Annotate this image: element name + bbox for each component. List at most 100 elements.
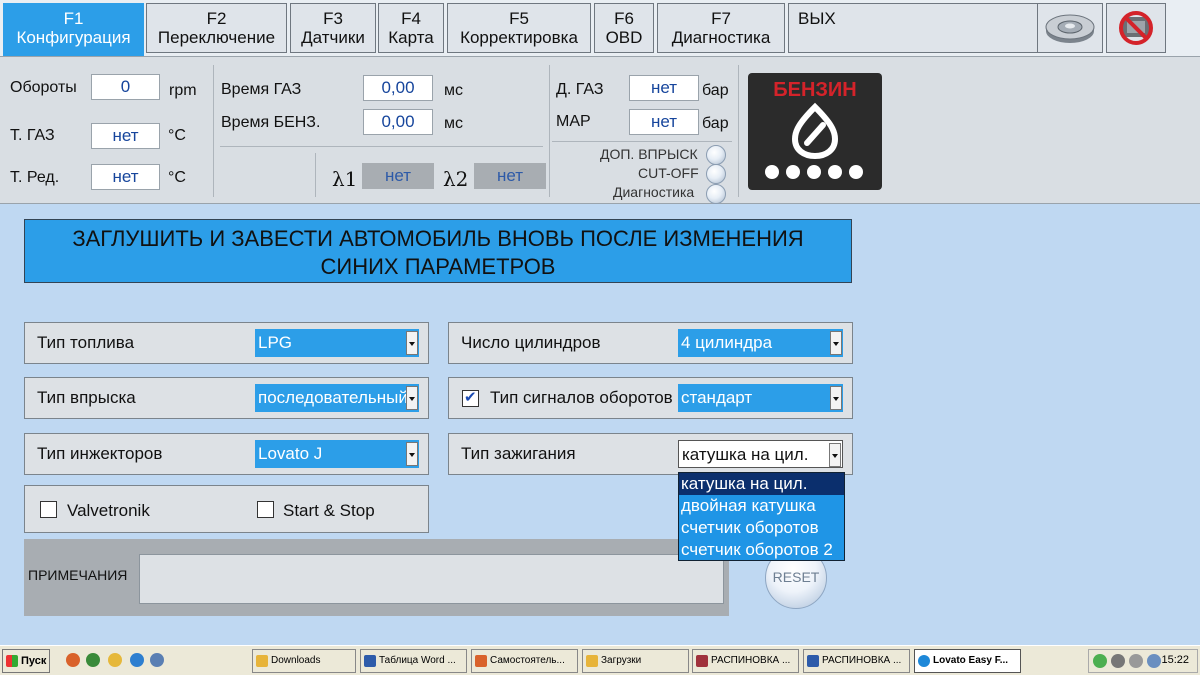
start-button[interactable]: Пуск [2,649,50,673]
desktop-icon[interactable] [150,653,164,667]
injection-type-select[interactable]: последовательный [255,384,419,412]
dropdown-option[interactable]: катушка на цил. [679,473,844,495]
ignition-type-select[interactable]: катушка на цил. [678,440,843,468]
notes-panel: ПРИМЕЧАНИЯ [24,539,729,616]
restart-warning-banner: ЗАГЛУШИТЬ И ЗАВЕСТИ АВТОМОБИЛЬ ВНОВЬ ПОС… [24,219,852,283]
taskbar-item[interactable]: Самостоятель... [471,649,578,673]
taskbar-item-active[interactable]: Lovato Easy F... [914,649,1021,673]
ignition-type-dropdown: катушка на цил. двойная катушка счетчик … [678,472,845,561]
fuel-type-select[interactable]: LPG [255,329,419,357]
tab-sensors[interactable]: F3 Датчики [290,3,376,53]
injection-type-value: последовательный [258,388,408,407]
connection-icon [1045,14,1095,43]
taskbar-item[interactable]: Таблица Word ... [360,649,467,673]
chevron-down-icon[interactable] [406,442,418,466]
rpm-label: Обороты [10,79,77,96]
start-stop-checkbox[interactable] [257,501,274,518]
tab-map[interactable]: F4 Карта [378,3,444,53]
no-connection-button[interactable] [1106,3,1166,53]
gas-pressure-value: нет [629,75,699,101]
map-value: нет [629,109,699,135]
internet-explorer-icon[interactable] [130,653,144,667]
gas-pressure-unit: бар [702,82,729,99]
tray-icon[interactable] [1093,654,1107,668]
taskbar-item[interactable]: РАСПИНОВКА ... [692,649,799,673]
divider [315,153,316,197]
dropdown-option[interactable]: счетчик оборотов [679,517,844,539]
rpm-signal-panel: Тип сигналов оборотов стандарт [448,377,853,419]
tab-label: Конфигурация [16,28,131,47]
diagnostics-indicator [706,184,726,204]
notes-field[interactable] [139,554,724,604]
taskbar: Пуск Downloads Таблица Word ... Самостоя… [0,645,1200,675]
cylinders-select[interactable]: 4 цилиндра [678,329,843,357]
level-dot [807,165,821,179]
dropdown-option[interactable]: счетчик оборотов 2 [679,539,844,560]
ignition-type-label: Тип зажигания [461,444,576,463]
valvetronik-label: Valvetronik [67,501,150,520]
folder-icon [256,655,268,667]
gas-temp-unit: °C [168,127,186,144]
taskbar-item[interactable]: РАСПИНОВКА ... [803,649,910,673]
firefox-icon[interactable] [66,653,80,667]
tab-key: F6 [614,9,634,28]
chevron-down-icon[interactable] [830,331,842,355]
start-label: Пуск [21,655,47,667]
chevron-down-icon[interactable] [406,331,418,355]
network-icon[interactable] [1147,654,1161,668]
folder-icon [586,655,598,667]
tab-label: Диагностика [671,28,771,47]
volume-icon[interactable] [1129,654,1143,668]
tab-label: Карта [388,28,434,47]
taskbar-item[interactable]: Загрузки [582,649,689,673]
dropdown-option[interactable]: двойная катушка [679,495,844,517]
taskbar-item-label: Таблица Word ... [379,655,456,666]
taskbar-item-label: Lovato Easy F... [933,655,1009,666]
level-dot [849,165,863,179]
exit-label: ВЫХ [798,9,836,28]
ignition-type-value: катушка на цил. [682,445,809,464]
banner-line-1: ЗАГЛУШИТЬ И ЗАВЕСТИ АВТОМОБИЛЬ ВНОВЬ ПОС… [72,226,804,251]
tray-icon[interactable] [1111,654,1125,668]
map-label: MAP [556,113,591,130]
petrol-time-label: Время БЕНЗ. [221,114,321,131]
archive-icon [696,655,708,667]
tool-icon[interactable] [108,653,122,667]
lambda1-label: λ1 [332,167,358,191]
injector-type-select[interactable]: Lovato J [255,440,419,468]
disconnected-icon [1119,11,1153,45]
tab-switching[interactable]: F2 Переключение [146,3,287,53]
chevron-down-icon[interactable] [406,386,418,410]
lambda2-label: λ2 [443,167,469,191]
injector-type-value: Lovato J [258,444,323,463]
injector-type-panel: Тип инжекторов Lovato J [24,433,429,475]
tab-label: Корректировка [460,28,578,47]
lambda1-value: нет [362,163,434,189]
connection-button[interactable] [1037,3,1103,53]
rpm-signal-select[interactable]: стандарт [678,384,843,412]
chevron-down-icon[interactable] [830,386,842,410]
tab-configuration[interactable]: F1 Конфигурация [3,3,144,56]
notes-label: ПРИМЕЧАНИЯ [28,567,128,583]
clock: 15:22 [1161,654,1189,666]
banner-line-2: СИНИХ ПАРАМЕТРОВ [320,254,556,279]
taskbar-item-label: РАСПИНОВКА ... [822,655,902,666]
system-tray: 15:22 [1088,649,1198,673]
taskbar-item[interactable]: Downloads [252,649,356,673]
cylinders-panel: Число цилиндров 4 цилиндра [448,322,853,364]
tab-key: F2 [206,9,227,28]
browser-icon[interactable] [86,653,100,667]
map-unit: бар [702,115,729,132]
valvetronik-checkbox[interactable] [40,501,57,518]
chevron-down-icon[interactable] [829,443,841,467]
tab-correction[interactable]: F5 Корректировка [447,3,591,53]
gas-time-unit: мс [444,82,463,99]
lambda2-value: нет [474,163,546,189]
tab-obd[interactable]: F6 OBD [594,3,654,53]
app-window: F1 Конфигурация F2 Переключение F3 Датчи… [0,0,1200,645]
tab-diagnostics[interactable]: F7 Диагностика [657,3,785,53]
rpm-signal-label: Тип сигналов оборотов [490,388,673,407]
gas-time-label: Время ГАЗ [221,81,302,98]
level-dot [828,165,842,179]
rpm-signal-checkbox[interactable] [462,388,479,407]
